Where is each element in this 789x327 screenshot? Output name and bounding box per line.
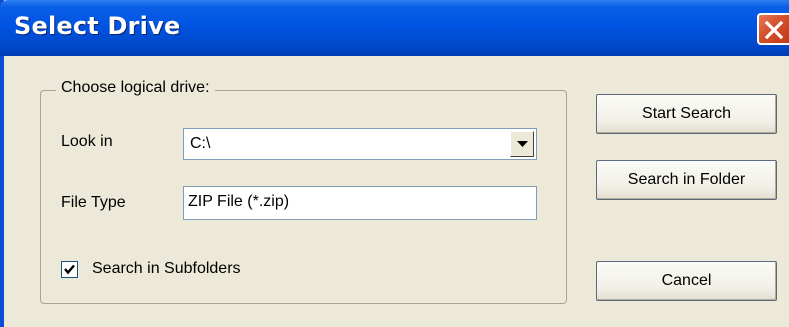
file-type-field[interactable] [183,186,537,220]
file-type-label: File Type [61,194,126,211]
start-search-label: Start Search [642,105,731,122]
title-bar[interactable]: Select Drive [0,0,789,56]
look-in-label: Look in [61,133,113,150]
search-subfolders-checkbox[interactable] [61,261,78,278]
cancel-button[interactable]: Cancel [596,261,777,301]
groupbox-legend: Choose logical drive: [56,79,215,97]
chevron-down-icon [517,141,528,147]
close-button[interactable] [757,13,789,45]
look-in-dropdown[interactable]: C:\ [183,128,537,160]
checkmark-icon [64,264,75,275]
window-title: Select Drive [14,12,181,40]
cancel-label: Cancel [661,272,712,289]
look-in-value: C:\ [190,135,211,152]
start-search-button[interactable]: Start Search [596,94,777,134]
dropdown-arrow-button[interactable] [510,131,534,157]
close-icon [764,20,784,40]
file-type-input[interactable] [188,193,528,211]
search-in-folder-button[interactable]: Search in Folder [596,160,777,200]
search-in-folder-label: Search in Folder [627,171,746,188]
search-subfolders-label[interactable]: Search in Subfolders [92,260,241,278]
